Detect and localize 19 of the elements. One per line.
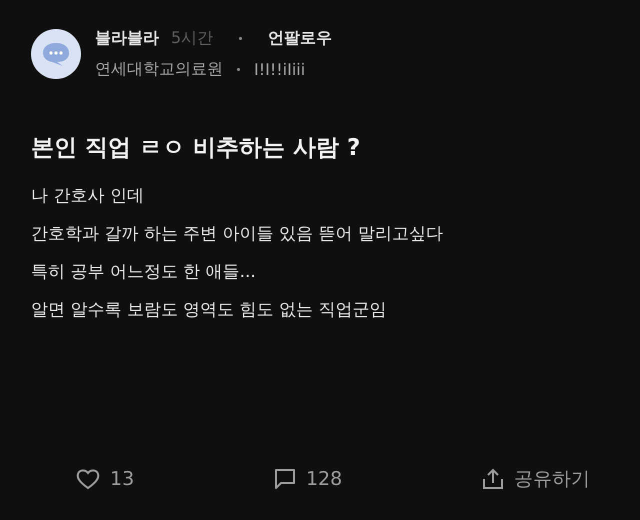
separator-dot xyxy=(237,68,240,71)
separator-dot xyxy=(239,37,242,40)
share-icon xyxy=(482,468,504,490)
post-text: 간호학과 갈까 하는 주변 아이들 있음 뜯어 말리고싶다 xyxy=(31,223,444,246)
author-name: 블라블라 xyxy=(95,28,159,49)
company-name: 연세대학교의료원 xyxy=(95,59,223,80)
post-text: 알면 알수록 보람도 영역도 힘도 없는 직업군임 xyxy=(31,299,388,322)
post-time: 5시간 xyxy=(171,28,214,49)
comment-icon xyxy=(274,468,296,490)
heart-icon xyxy=(76,468,100,490)
share-button[interactable]: 공유하기 xyxy=(482,466,590,492)
comment-button[interactable]: 128 xyxy=(274,466,342,492)
post-title: 본인 직업 ㄹㅇ 비추하는 사람 ? xyxy=(31,134,362,163)
post-text: 특히 공부 어느정도 한 애들... xyxy=(31,261,257,284)
post-text: 나 간호사 인데 xyxy=(31,185,145,208)
like-button[interactable]: 13 xyxy=(76,466,134,492)
unfollow-link[interactable]: 언팔로우 xyxy=(268,28,332,49)
chat-bubble-icon xyxy=(41,41,71,67)
nickname: I!I!!iIiii xyxy=(254,60,306,79)
